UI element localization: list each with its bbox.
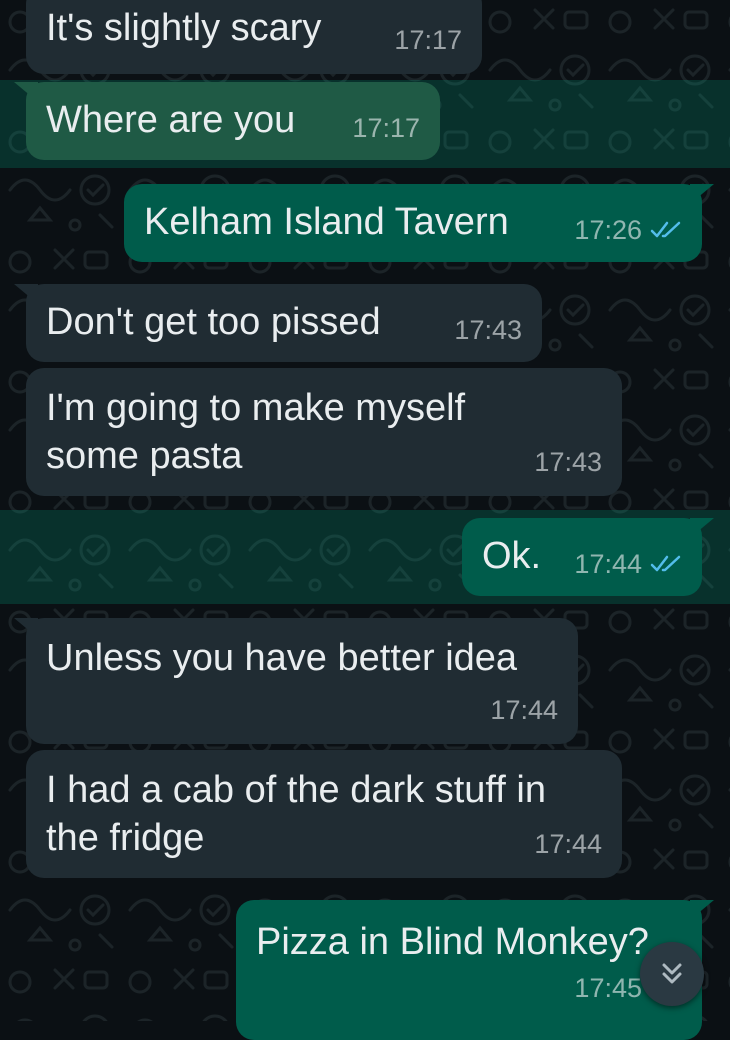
message-meta: 17:17 bbox=[352, 104, 420, 152]
bubble-tail bbox=[690, 184, 714, 204]
message-time: 17:44 bbox=[574, 549, 642, 579]
message-time: 17:26 bbox=[574, 215, 642, 245]
message-meta: 17:44 bbox=[574, 540, 682, 588]
message-time: 17:44 bbox=[490, 695, 558, 725]
message-meta: 17:45 bbox=[574, 964, 642, 1012]
message-bubble-outgoing[interactable]: Ok. 17:44 bbox=[462, 518, 714, 596]
message-time: 17:44 bbox=[534, 829, 602, 859]
message-text: Unless you have better idea bbox=[46, 637, 518, 679]
message-meta: 17:44 bbox=[490, 686, 558, 734]
message-bubble-incoming[interactable]: Don't get too pissed 17:43 bbox=[14, 284, 542, 362]
message-text: Pizza in Blind Monkey? bbox=[256, 921, 649, 963]
message-bubble-incoming[interactable]: Unless you have better idea 17:44 bbox=[14, 618, 578, 744]
message-time: 17:17 bbox=[352, 113, 420, 143]
message-meta: 17:43 bbox=[534, 438, 602, 486]
message-bubble-incoming[interactable]: Where are you 17:17 bbox=[14, 82, 440, 160]
message-meta: 17:43 bbox=[454, 306, 522, 354]
message-time: 17:43 bbox=[454, 315, 522, 345]
bubble-tail bbox=[690, 518, 714, 538]
bubble-tail bbox=[14, 284, 38, 304]
scroll-to-bottom-button[interactable] bbox=[640, 942, 704, 1006]
message-bubble-incoming[interactable]: I'm going to make myself some pasta 17:4… bbox=[26, 368, 622, 496]
double-check-icon bbox=[650, 221, 681, 238]
message-bubble-incoming[interactable]: It's slightly scary 17:17 bbox=[26, 0, 482, 74]
message-bubble-incoming[interactable]: I had a cab of the dark stuff in the fri… bbox=[26, 750, 622, 878]
message-bubble-outgoing[interactable]: Pizza in Blind Monkey? 17:45 bbox=[236, 900, 714, 1040]
message-meta: 17:44 bbox=[534, 820, 602, 868]
message-meta: 17:26 bbox=[574, 206, 682, 254]
message-time: 17:43 bbox=[534, 447, 602, 477]
bubble-tail bbox=[14, 82, 38, 102]
message-text: Don't get too pissed bbox=[46, 301, 381, 343]
chevron-double-down-icon bbox=[662, 963, 682, 984]
bubble-tail bbox=[14, 618, 38, 638]
double-check-icon bbox=[650, 555, 681, 572]
message-text: I had a cab of the dark stuff in the fri… bbox=[46, 769, 546, 859]
message-time: 17:45 bbox=[574, 973, 642, 1003]
message-meta: 17:17 bbox=[394, 16, 462, 64]
bubble-tail bbox=[690, 900, 714, 920]
message-time: 17:17 bbox=[394, 25, 462, 55]
message-text: I'm going to make myself some pasta bbox=[46, 387, 466, 477]
message-bubble-outgoing[interactable]: Kelham Island Tavern 17:26 bbox=[124, 184, 714, 262]
